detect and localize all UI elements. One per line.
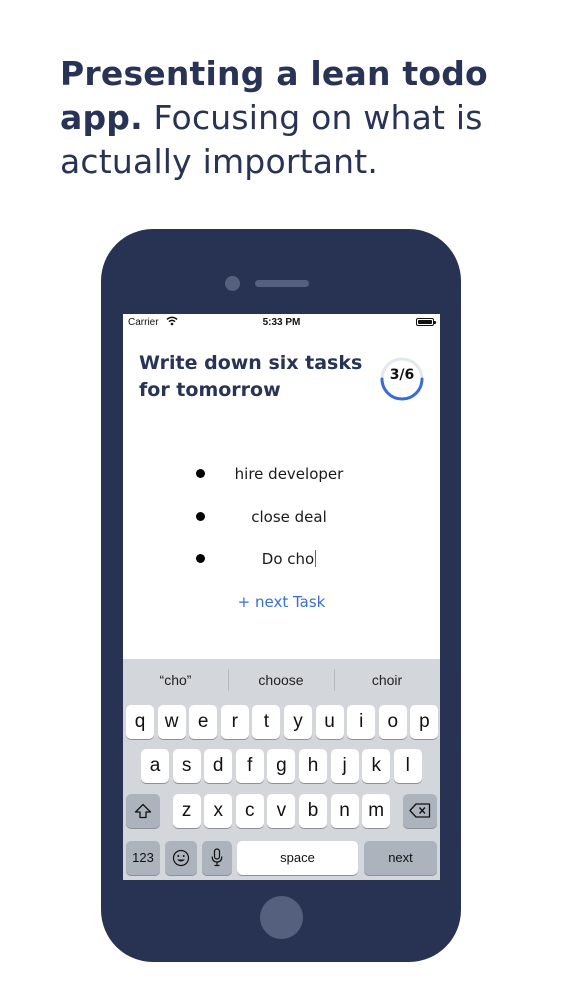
shift-key[interactable] bbox=[126, 794, 160, 828]
key-k[interactable]: k bbox=[362, 749, 391, 783]
task-item-active[interactable]: Do cho bbox=[123, 546, 440, 589]
suggestion-item[interactable]: “cho” bbox=[123, 659, 228, 701]
key-e[interactable]: e bbox=[189, 705, 218, 739]
emoji-icon bbox=[172, 849, 190, 867]
task-item[interactable]: hire developer bbox=[123, 461, 440, 504]
task-item[interactable]: close deal bbox=[123, 504, 440, 547]
status-bar: Carrier 5:33 PM bbox=[123, 314, 440, 332]
battery-icon bbox=[416, 318, 436, 326]
camera-dot bbox=[225, 276, 240, 291]
key-h[interactable]: h bbox=[299, 749, 327, 783]
task-text[interactable]: hire developer bbox=[213, 465, 365, 483]
key-m[interactable]: m bbox=[362, 794, 391, 828]
key-d[interactable]: d bbox=[204, 749, 233, 783]
key-i[interactable]: i bbox=[347, 705, 376, 739]
backspace-key[interactable] bbox=[403, 794, 437, 828]
task-text[interactable]: close deal bbox=[213, 508, 365, 526]
key-s[interactable]: s bbox=[172, 749, 201, 783]
emoji-key[interactable] bbox=[165, 841, 197, 875]
speaker-slot bbox=[255, 280, 309, 287]
key-v[interactable]: v bbox=[267, 794, 296, 828]
key-b[interactable]: b bbox=[299, 794, 327, 828]
screen-title: Write down six tasks for tomorrow bbox=[139, 352, 363, 401]
home-button[interactable] bbox=[260, 896, 303, 939]
key-w[interactable]: w bbox=[157, 705, 186, 739]
key-c[interactable]: c bbox=[235, 794, 264, 828]
key-o[interactable]: o bbox=[378, 705, 407, 739]
suggestion-item[interactable]: choir bbox=[334, 659, 440, 701]
progress-ring: 3/6 bbox=[379, 356, 425, 402]
suggestion-bar: “cho” choose choir bbox=[123, 659, 440, 701]
task-list: hire developer close deal Do cho bbox=[123, 461, 440, 589]
bullet-icon bbox=[196, 469, 205, 478]
task-input-text: Do cho bbox=[261, 550, 315, 568]
key-y[interactable]: y bbox=[284, 705, 312, 739]
key-x[interactable]: x bbox=[204, 794, 233, 828]
microphone-key[interactable] bbox=[202, 841, 232, 875]
numbers-key[interactable]: 123 bbox=[126, 841, 160, 875]
key-a[interactable]: a bbox=[141, 749, 169, 783]
status-time: 5:33 PM bbox=[262, 317, 301, 328]
shift-icon bbox=[134, 803, 152, 819]
next-key[interactable]: next bbox=[364, 841, 437, 875]
phone-screen: Carrier 5:33 PM Write down six tasks for… bbox=[123, 314, 440, 880]
keyboard: “cho” choose choir q w e r t y u i o p a… bbox=[123, 659, 440, 880]
space-key[interactable]: space bbox=[237, 841, 358, 875]
backspace-icon bbox=[409, 803, 431, 819]
key-l[interactable]: l bbox=[393, 749, 422, 783]
task-input[interactable]: Do cho bbox=[213, 550, 365, 568]
next-task-button[interactable]: + next Task bbox=[123, 593, 440, 611]
key-q[interactable]: q bbox=[126, 705, 154, 739]
headline: Presenting a lean todo app. Focusing on … bbox=[60, 52, 530, 184]
key-t[interactable]: t bbox=[252, 705, 281, 739]
bullet-icon bbox=[196, 554, 205, 563]
bullet-icon bbox=[196, 511, 205, 521]
microphone-icon bbox=[211, 848, 223, 867]
suggestion-item[interactable]: choose bbox=[228, 659, 334, 701]
key-g[interactable]: g bbox=[267, 749, 296, 783]
text-caret bbox=[315, 550, 317, 567]
key-z[interactable]: z bbox=[172, 794, 201, 828]
key-n[interactable]: n bbox=[330, 794, 359, 828]
key-p[interactable]: p bbox=[410, 705, 439, 739]
key-j[interactable]: j bbox=[330, 749, 359, 783]
key-r[interactable]: r bbox=[220, 705, 249, 739]
key-f[interactable]: f bbox=[235, 749, 264, 783]
progress-label: 3/6 bbox=[389, 367, 415, 383]
key-u[interactable]: u bbox=[315, 705, 344, 739]
